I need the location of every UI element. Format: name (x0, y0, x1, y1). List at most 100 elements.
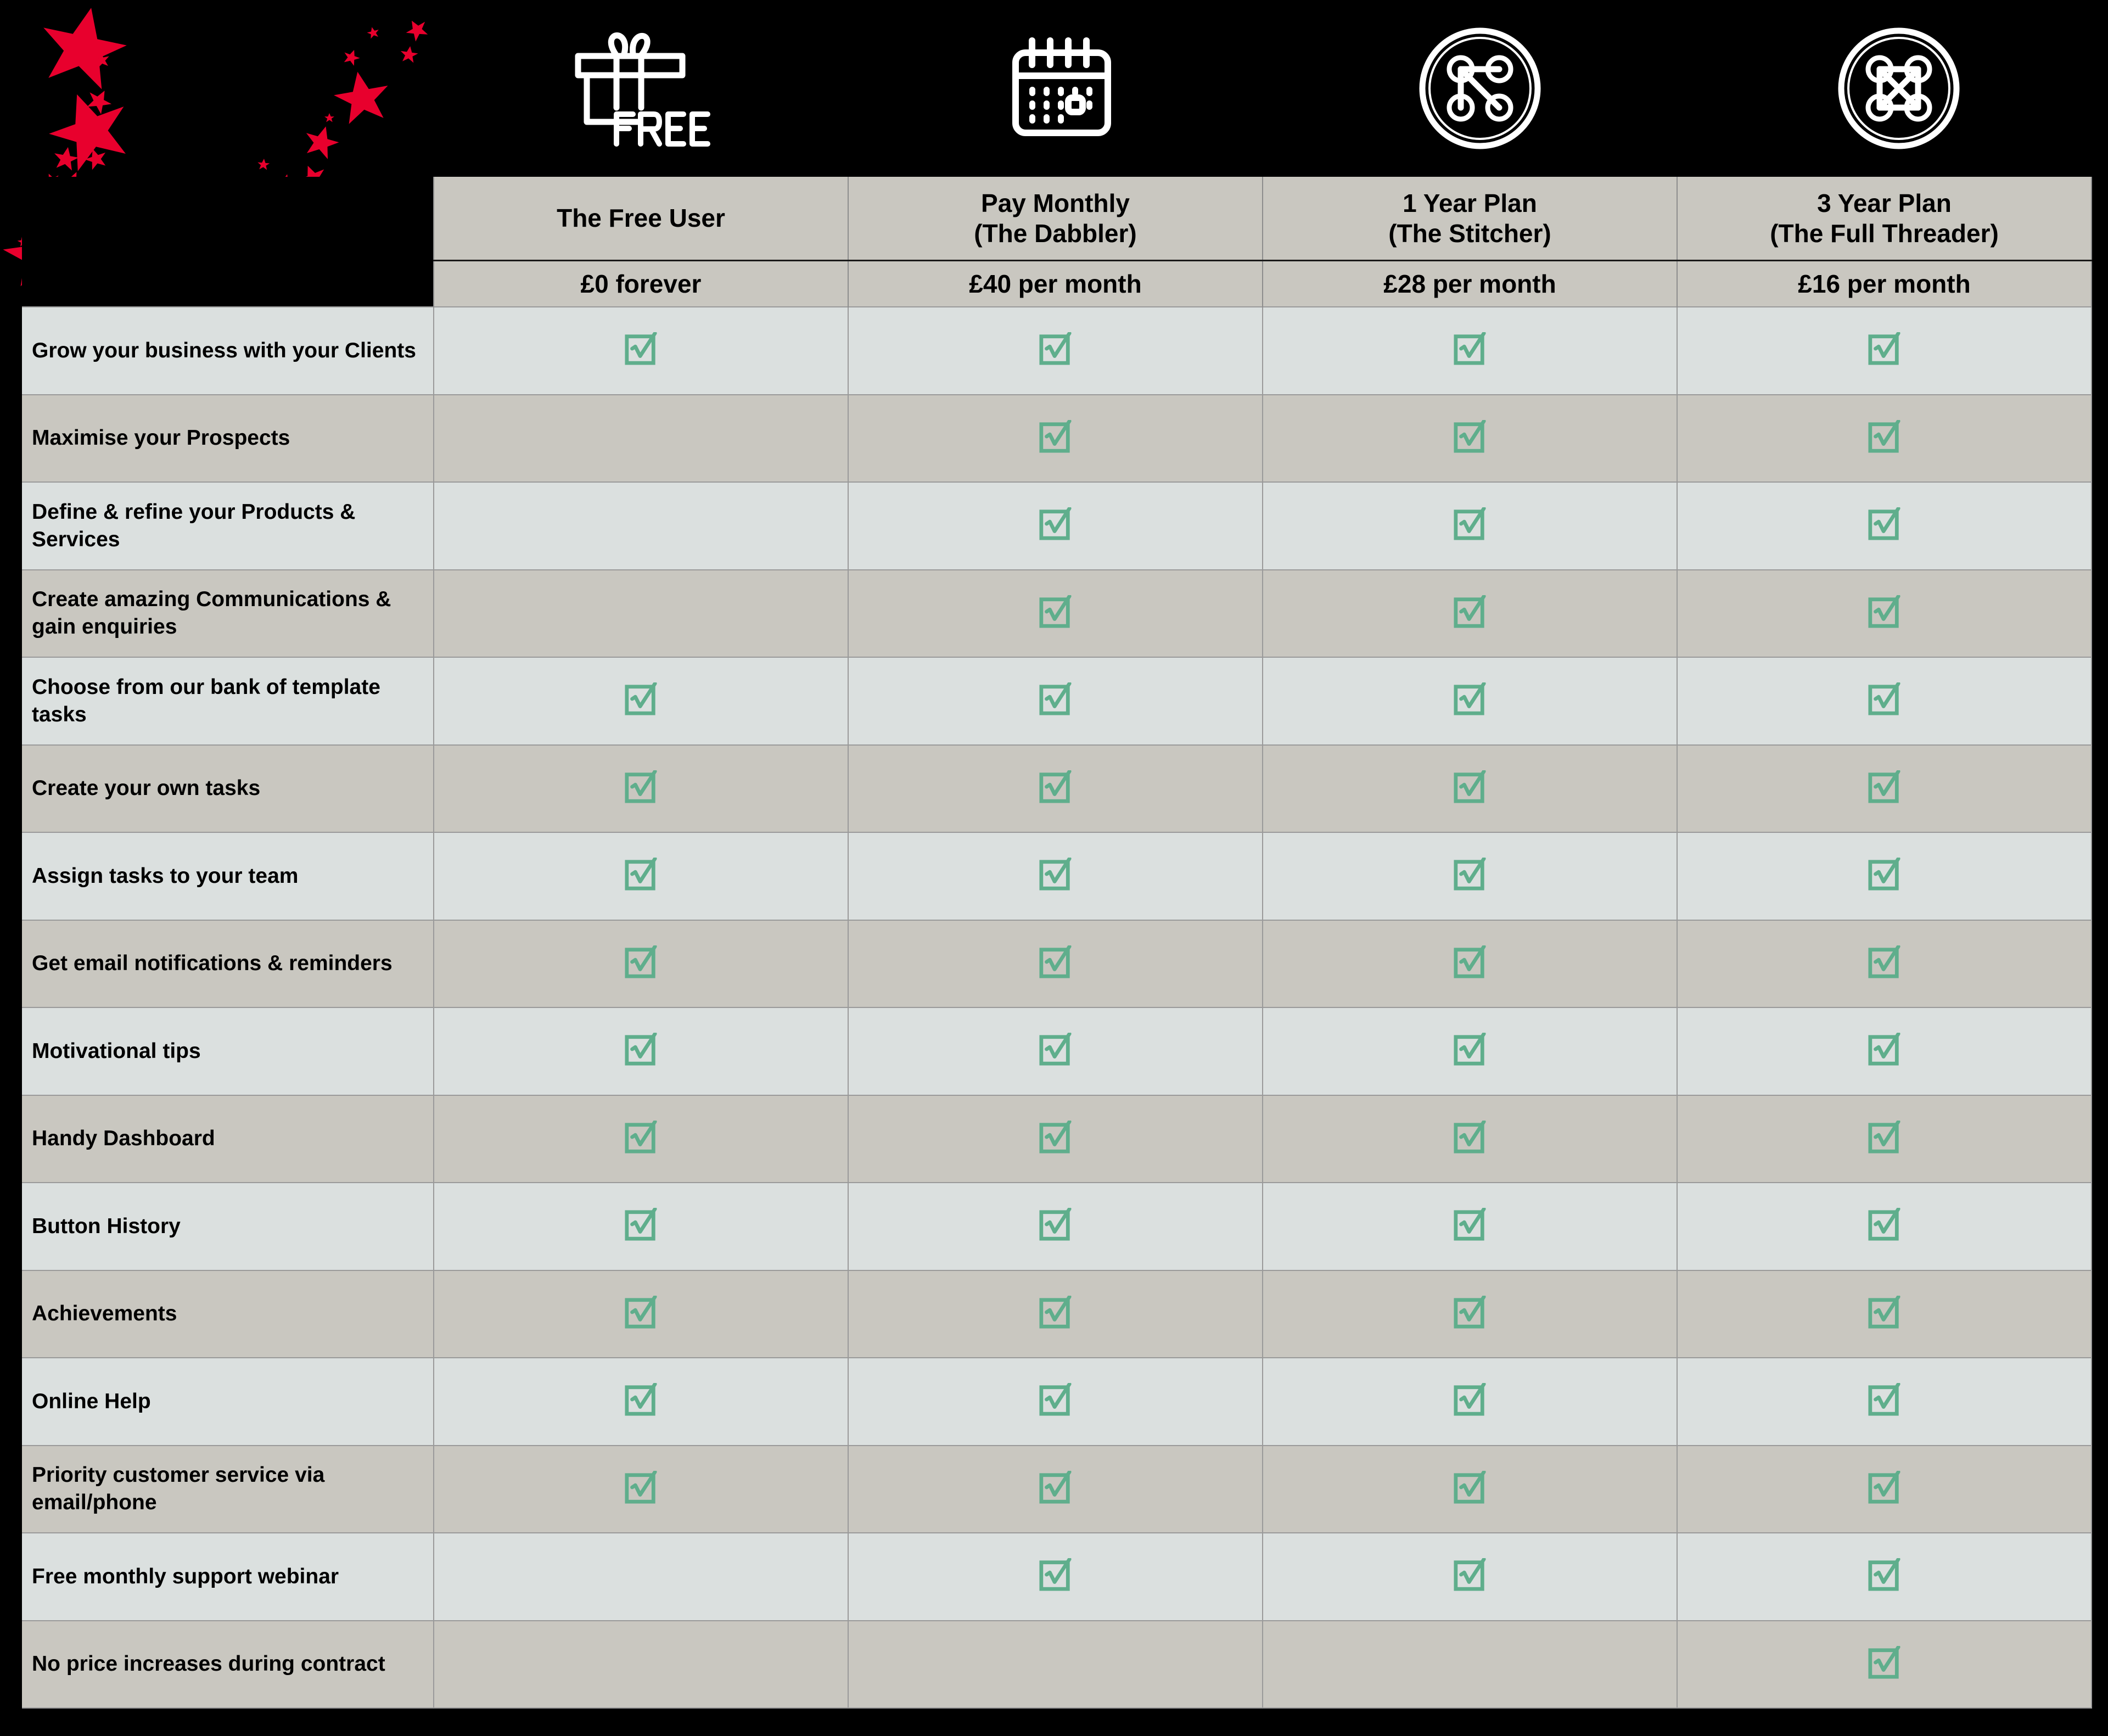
feature-cell-plan-1 (848, 1357, 1263, 1446)
checkbox-checked-icon (1453, 858, 1487, 892)
plan-header-3: 3 Year Plan (The Full Threader) (1677, 177, 2092, 261)
feature-cell-plan-3 (1677, 306, 2092, 395)
checkbox-checked-icon (624, 770, 658, 804)
feature-row: Create your own tasks (22, 744, 2092, 832)
feature-cell-plan-2 (1262, 481, 1678, 570)
checkbox-checked-icon (1039, 682, 1073, 716)
feature-cell-plan-1 (848, 919, 1263, 1007)
feature-row: Button History (22, 1182, 2092, 1270)
feature-cell-plan-2 (1262, 306, 1678, 395)
checkbox-checked-icon (1868, 1645, 1902, 1680)
plan-price-1: £40 per month (848, 260, 1263, 307)
checkbox-checked-icon (1868, 1208, 1902, 1242)
checkbox-checked-icon (624, 332, 658, 366)
feature-rows: Grow your business with your Clients Maxi… (22, 306, 2092, 1709)
feature-cell-plan-2 (1262, 1269, 1678, 1358)
checkbox-checked-icon (1453, 1208, 1487, 1242)
checkbox-checked-icon (1039, 1383, 1073, 1417)
feature-row: Priority customer service via email/phon… (22, 1444, 2092, 1533)
checkbox-checked-icon (1039, 419, 1073, 454)
feature-cell-plan-3 (1677, 1532, 2092, 1621)
feature-label: Handy Dashboard (22, 1094, 434, 1183)
feature-row: Get email notifications & reminders (22, 919, 2092, 1007)
feature-cell-plan-1 (848, 744, 1263, 832)
checkbox-checked-icon (1039, 858, 1073, 892)
plan-subtitle-1: (The Dabbler) (974, 219, 1137, 248)
plan-price-2: £28 per month (1262, 260, 1678, 307)
feature-cell-plan-1 (848, 481, 1263, 570)
feature-cell-plan-0 (433, 744, 849, 832)
checkbox-checked-icon (1868, 595, 1902, 629)
network-mesh-icon (1836, 25, 1962, 152)
checkbox-checked-icon (1453, 770, 1487, 804)
feature-cell-plan-2 (1262, 832, 1678, 920)
feature-label: Achievements (22, 1269, 434, 1358)
feature-cell-plan-1 (848, 1620, 1263, 1709)
checkbox-checked-icon (624, 1470, 658, 1505)
checkbox-checked-icon (1039, 1558, 1073, 1592)
feature-row: Define & refine your Products & Services (22, 481, 2092, 570)
feature-cell-plan-2 (1262, 1620, 1678, 1709)
feature-label: Grow your business with your Clients (22, 306, 434, 395)
feature-cell-plan-0 (433, 1532, 849, 1621)
feature-row: Choose from our bank of template tasks (22, 657, 2092, 745)
checkbox-checked-icon (624, 1208, 658, 1242)
feature-label: Maximise your Prospects (22, 394, 434, 482)
checkbox-checked-icon (1868, 1033, 1902, 1067)
feature-label: Choose from our bank of template tasks (22, 657, 434, 745)
checkbox-checked-icon (1039, 1208, 1073, 1242)
feature-cell-plan-0 (433, 1007, 849, 1095)
checkbox-checked-icon (1453, 1383, 1487, 1417)
feature-row: Grow your business with your Clients (22, 306, 2092, 395)
checkbox-checked-icon (1039, 1470, 1073, 1505)
plan-subtitle-3: (The Full Threader) (1770, 219, 1999, 248)
feature-cell-plan-2 (1262, 1357, 1678, 1446)
plan-name-3: 3 Year Plan (1817, 189, 1952, 218)
checkbox-checked-icon (1868, 332, 1902, 366)
checkbox-checked-icon (1868, 682, 1902, 716)
feature-row: Free monthly support webinar (22, 1532, 2092, 1621)
feature-row: Handy Dashboard (22, 1094, 2092, 1183)
feature-row: Maximise your Prospects (22, 394, 2092, 482)
plan-subtitle-2: (The Stitcher) (1388, 219, 1551, 248)
checkbox-checked-icon (624, 1033, 658, 1067)
plan-price-3: £16 per month (1677, 260, 2092, 307)
plan-price-row: £0 forever £40 per month £28 per month £… (22, 260, 2092, 307)
plan-name-2: 1 Year Plan (1403, 189, 1537, 218)
checkbox-checked-icon (624, 1383, 658, 1417)
feature-cell-plan-3 (1677, 1444, 2092, 1533)
feature-cell-plan-2 (1262, 394, 1678, 482)
header-icon-strip (434, 0, 2108, 177)
plan-name-row: The Free User Pay Monthly (The Dabbler) … (22, 177, 2092, 261)
table-corner-blank-2 (22, 260, 434, 307)
feature-label: No price increases during contract (22, 1620, 434, 1709)
feature-cell-plan-2 (1262, 919, 1678, 1007)
feature-label: Define & refine your Products & Services (22, 481, 434, 570)
checkbox-checked-icon (1868, 507, 1902, 541)
feature-label: Create amazing Communications & gain enq… (22, 569, 434, 657)
feature-cell-plan-0 (433, 1182, 849, 1270)
feature-label: Motivational tips (22, 1007, 434, 1095)
plan-name-0: The Free User (557, 204, 725, 233)
feature-cell-plan-1 (848, 1094, 1263, 1183)
checkbox-checked-icon (1453, 595, 1487, 629)
plan-name-1: Pay Monthly (981, 189, 1130, 218)
table-corner-blank (22, 177, 434, 261)
feature-cell-plan-1 (848, 1532, 1263, 1621)
checkbox-checked-icon (624, 1295, 658, 1330)
checkbox-checked-icon (624, 682, 658, 716)
feature-cell-plan-1 (848, 657, 1263, 745)
checkbox-checked-icon (1868, 1558, 1902, 1592)
feature-cell-plan-0 (433, 481, 849, 570)
feature-cell-plan-3 (1677, 657, 2092, 745)
calendar-icon (1001, 31, 1122, 146)
feature-label: Priority customer service via email/phon… (22, 1444, 434, 1533)
feature-cell-plan-0 (433, 1444, 849, 1533)
feature-cell-plan-0 (433, 1620, 849, 1709)
feature-cell-plan-2 (1262, 1444, 1678, 1533)
checkbox-checked-icon (1453, 507, 1487, 541)
checkbox-checked-icon (1039, 1295, 1073, 1330)
feature-row: Online Help (22, 1357, 2092, 1446)
feature-cell-plan-2 (1262, 1094, 1678, 1183)
checkbox-checked-icon (1868, 419, 1902, 454)
